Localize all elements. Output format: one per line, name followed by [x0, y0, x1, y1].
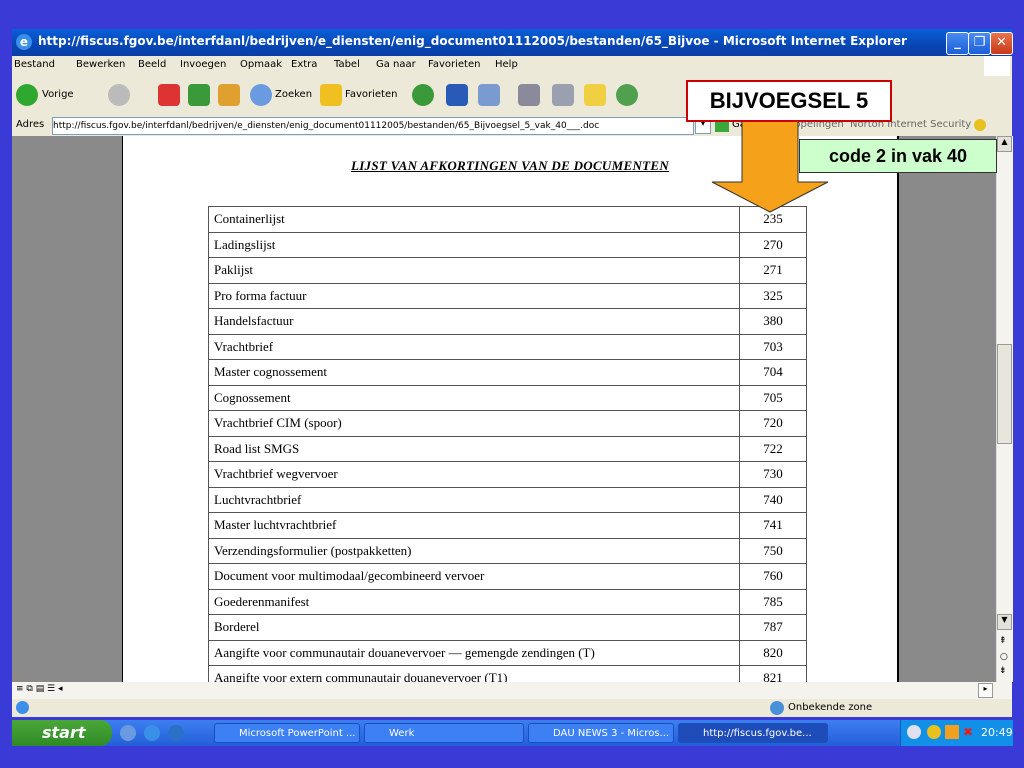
bijvoegsel-callout: BIJVOEGSEL 5: [686, 80, 892, 122]
code-callout: code 2 in vak 40: [799, 139, 997, 173]
